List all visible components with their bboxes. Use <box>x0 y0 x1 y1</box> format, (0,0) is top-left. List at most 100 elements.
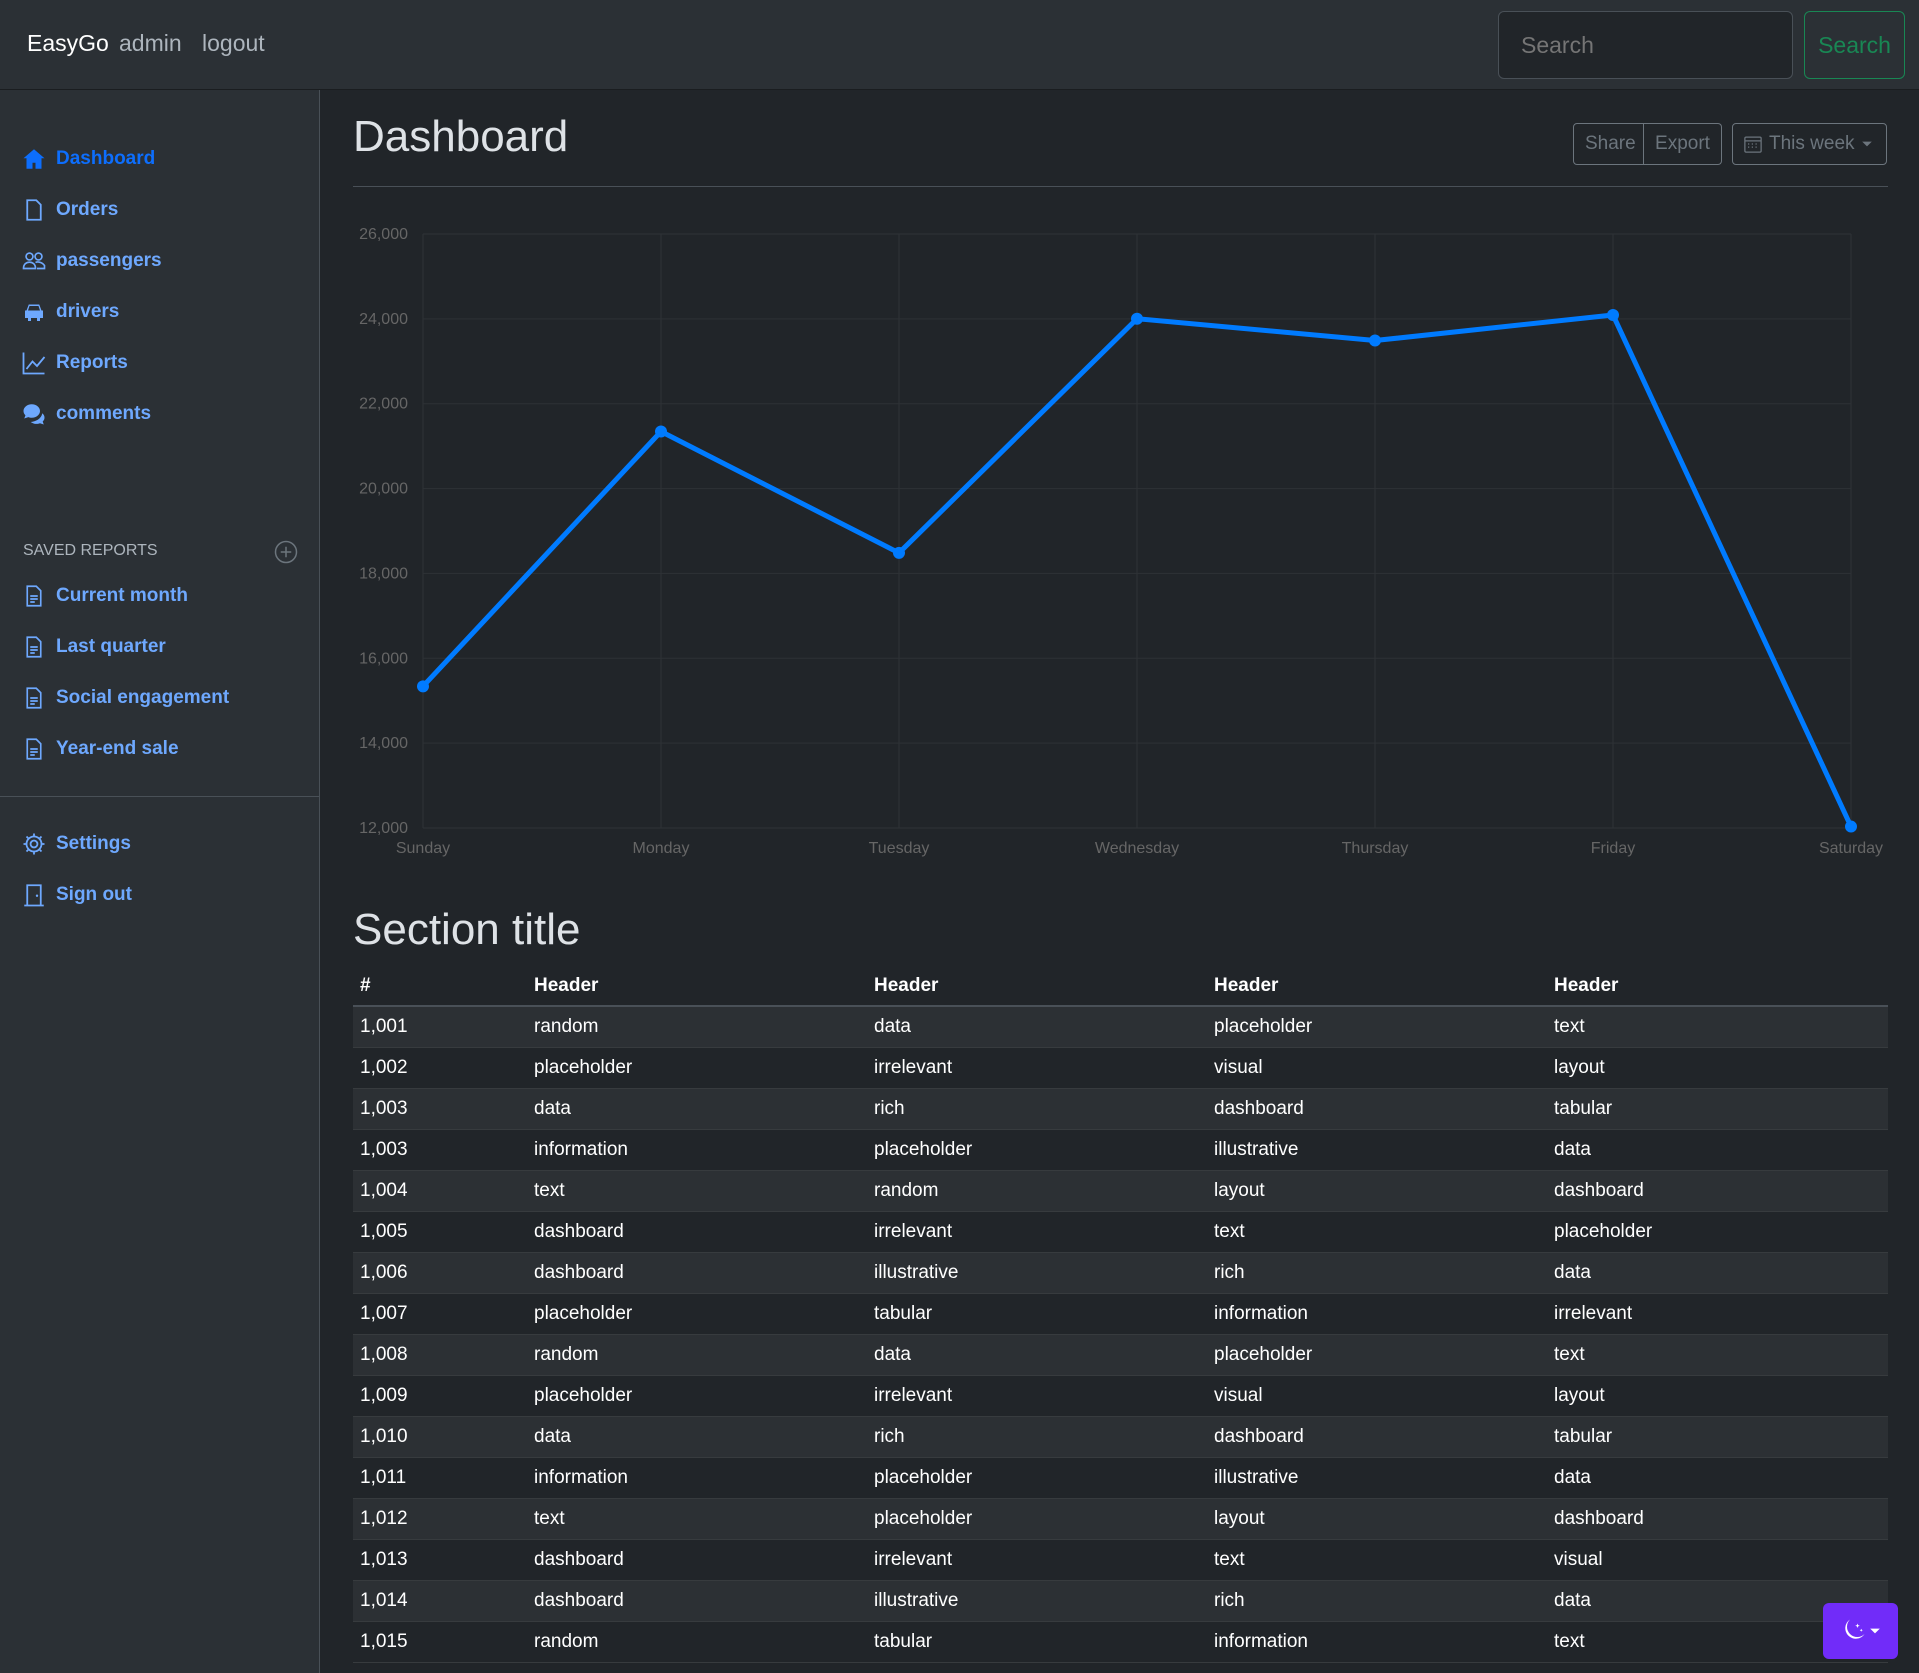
line-chart: 12,000 14,000 16,000 18,000 20,000 22,000 24,0… <box>359 226 1883 857</box>
data-point <box>1845 820 1857 833</box>
table-cell: placeholder <box>867 1129 1207 1171</box>
table-row: 1,013 dashboard irrelevant text visual <box>353 1539 1888 1581</box>
sidebar-item-label: comments <box>56 403 152 424</box>
x-tick-label: Friday <box>1591 840 1635 857</box>
file-icon <box>26 199 42 221</box>
data-point <box>655 425 667 438</box>
export-button[interactable]: Export <box>1644 123 1722 165</box>
table-cell: information <box>527 1129 867 1171</box>
table-cell: placeholder <box>527 1293 867 1335</box>
table-cell: text <box>527 1498 867 1540</box>
table-cell: 1,003 <box>353 1129 527 1171</box>
table-cell: data <box>527 1416 867 1458</box>
x-tick-label: Monday <box>633 840 690 857</box>
column-header: Header <box>1207 966 1547 1007</box>
page-title: Dashboard <box>353 112 569 161</box>
sidebar-item-label: Reports <box>56 352 128 373</box>
table-row: 1,014 dashboard illustrative rich data <box>353 1580 1888 1622</box>
sidebar-item-drivers[interactable]: drivers <box>22 292 119 332</box>
sidebar-item-label: Sign out <box>56 884 132 905</box>
table-cell: 1,014 <box>353 1580 527 1622</box>
table-row: 1,010 data rich dashboard tabular <box>353 1416 1888 1458</box>
y-tick-label: 22,000 <box>359 396 408 413</box>
saved-report-last-quarter[interactable]: Last quarter <box>22 627 166 667</box>
house-icon <box>23 149 45 169</box>
nav-link-logout[interactable]: logout <box>202 30 265 57</box>
sidebar-item-label: Last quarter <box>56 636 166 657</box>
document-icon <box>26 585 42 607</box>
table-row: 1,015 random tabular information text <box>353 1621 1888 1663</box>
sidebar-item-comments[interactable]: comments <box>22 394 151 434</box>
table-header-row: # Header Header Header Header <box>353 966 1888 1007</box>
table-row: 1,007 placeholder tabular information irrele… <box>353 1293 1888 1335</box>
table-cell: rich <box>867 1416 1207 1458</box>
table-cell: tabular <box>867 1293 1207 1335</box>
document-icon <box>26 636 42 658</box>
theme-toggle-button[interactable] <box>1823 1603 1898 1659</box>
search-input[interactable] <box>1498 11 1793 79</box>
table-cell: random <box>867 1170 1207 1212</box>
table-cell: tabular <box>1547 1088 1888 1130</box>
column-header: Header <box>1547 966 1888 1007</box>
nav-link-admin[interactable]: admin <box>119 30 182 57</box>
table-cell: irrelevant <box>867 1211 1207 1253</box>
sidebar-item-orders[interactable]: Orders <box>22 190 118 230</box>
table-cell: tabular <box>1547 1416 1888 1458</box>
title-divider <box>353 186 1888 187</box>
period-dropdown[interactable]: This week <box>1732 123 1887 165</box>
table-cell: information <box>1207 1293 1547 1335</box>
data-point <box>1369 334 1381 347</box>
sidebar-item-label: Orders <box>56 199 119 220</box>
saved-report-year-end-sale[interactable]: Year-end sale <box>22 729 179 769</box>
column-header: Header <box>867 966 1207 1007</box>
table-cell: data <box>867 1334 1207 1376</box>
sidebar-item-passengers[interactable]: passengers <box>22 241 162 281</box>
x-tick-label: Saturday <box>1819 840 1883 857</box>
table-cell: text <box>1207 1539 1547 1581</box>
sidebar-item-reports[interactable]: Reports <box>22 343 128 383</box>
table-cell: rich <box>1207 1252 1547 1294</box>
document-icon <box>26 687 42 709</box>
table-cell: illustrative <box>867 1252 1207 1294</box>
y-tick-label: 18,000 <box>359 565 408 582</box>
table-cell: layout <box>1207 1498 1547 1540</box>
table-row: 1,008 random data placeholder text <box>353 1334 1888 1376</box>
saved-reports-heading: Saved reports <box>23 542 158 559</box>
table-cell: placeholder <box>867 1498 1207 1540</box>
table-cell: dashboard <box>1547 1170 1888 1212</box>
table-cell: 1,010 <box>353 1416 527 1458</box>
sidebar-item-label: drivers <box>56 301 120 322</box>
share-button[interactable]: Share <box>1573 123 1644 165</box>
table-cell: text <box>527 1170 867 1212</box>
data-point <box>893 546 905 559</box>
sidebar-item-label: Social engagement <box>56 687 230 708</box>
y-tick-label: 14,000 <box>359 735 408 752</box>
sidebar-item-settings[interactable]: Settings <box>22 824 131 864</box>
y-tick-label: 26,000 <box>359 226 408 243</box>
table-cell: 1,003 <box>353 1088 527 1130</box>
brand-link[interactable]: EasyGo <box>27 30 109 57</box>
table-cell: text <box>1207 1211 1547 1253</box>
x-tick-label: Tuesday <box>869 840 930 857</box>
table-row: 1,012 text placeholder layout dashboard <box>353 1498 1888 1540</box>
table-cell: text <box>1547 1006 1888 1048</box>
saved-report-social-engagement[interactable]: Social engagement <box>22 678 229 718</box>
table-cell: 1,012 <box>353 1498 527 1540</box>
table-cell: dashboard <box>527 1580 867 1622</box>
y-tick-label: 16,000 <box>359 650 408 667</box>
y-tick-label: 20,000 <box>359 481 408 498</box>
table-cell: placeholder <box>867 1457 1207 1499</box>
saved-report-current-month[interactable]: Current month <box>22 576 188 616</box>
data-table: # Header Header Header Header 1,001 rando… <box>353 966 1888 1663</box>
plus-circle-icon[interactable] <box>274 540 298 564</box>
table-cell: 1,002 <box>353 1047 527 1089</box>
table-cell: data <box>1547 1129 1888 1171</box>
sidebar-item-dashboard[interactable]: Dashboard <box>22 139 155 179</box>
car-icon <box>25 304 43 321</box>
moon-stars-icon <box>1844 1619 1865 1639</box>
column-header: # <box>353 966 527 1007</box>
sidebar-item-label: Current month <box>56 585 188 606</box>
search-button[interactable]: Search <box>1804 11 1905 79</box>
table-cell: illustrative <box>1207 1457 1547 1499</box>
sidebar-item-sign-out[interactable]: Sign out <box>22 875 132 915</box>
